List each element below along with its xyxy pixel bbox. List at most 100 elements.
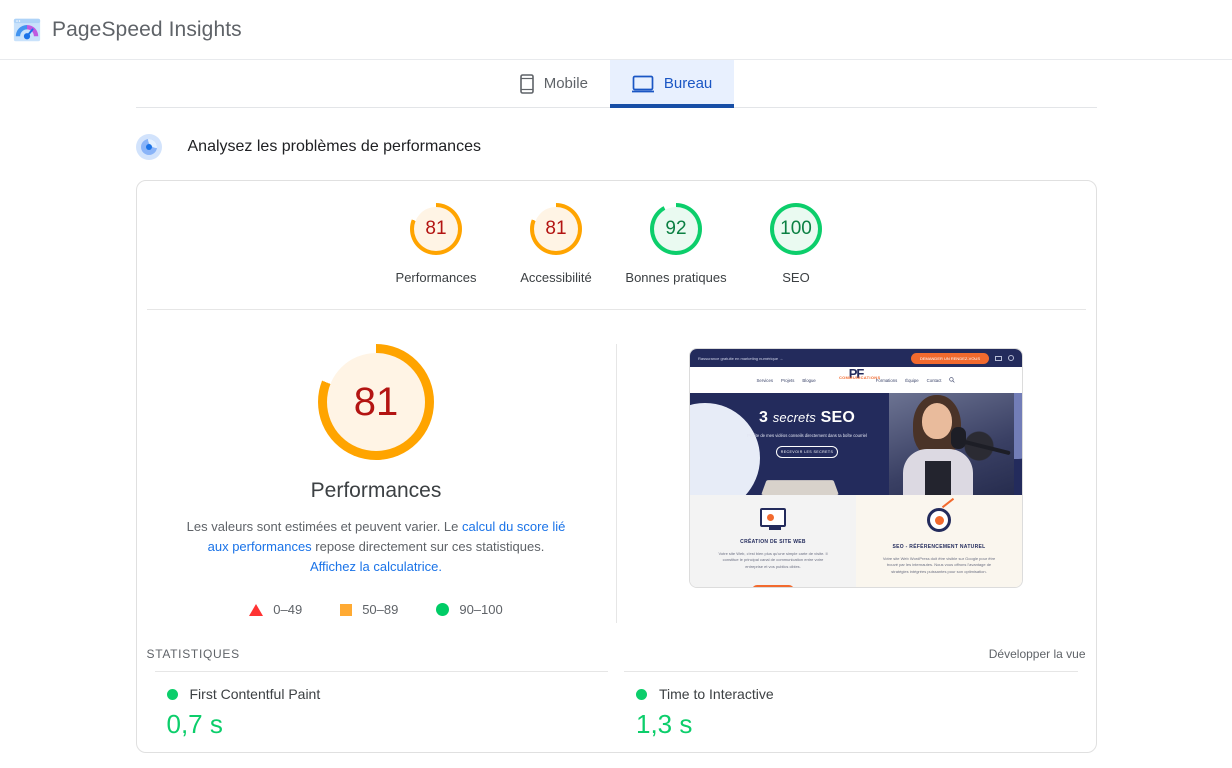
status-dot-icon — [166, 688, 178, 700]
thumb-nav-item: Projets — [781, 377, 795, 383]
gauge-label: Bonnes pratiques — [625, 270, 727, 285]
hero-subtitle: Profite de mes vidéos conseils directeme… — [747, 433, 867, 438]
gauge-score: 81 — [545, 218, 567, 239]
gauge-ring: 81 — [410, 203, 462, 255]
statistics-title: STATISTIQUES — [146, 647, 240, 661]
desc-text-2: repose directement sur ces statistiques. — [311, 539, 545, 554]
target-icon — [927, 497, 955, 532]
tab-mobile[interactable]: Mobile — [498, 60, 610, 107]
hero-number: 3 — [758, 409, 769, 426]
metric-name: Time to Interactive — [659, 686, 774, 702]
legend-item-good: 90–100 — [436, 602, 503, 617]
mobile-phone-icon — [519, 73, 534, 94]
legend-range: 0–49 — [273, 602, 303, 617]
legend-range: 50–89 — [362, 602, 399, 617]
tab-bureau-label: Bureau — [663, 75, 713, 92]
statistics-header: STATISTIQUES Développer la vue — [137, 643, 1096, 671]
gauge-bonnes-pratiques[interactable]: 92 Bonnes pratiques — [616, 203, 736, 285]
thumb-cta-button: DEMANDER UN RENDEZ-VOUS — [910, 352, 989, 364]
performance-gauge-icon — [135, 134, 162, 160]
thumb-nav-item: Contact — [926, 377, 942, 383]
triangle-icon — [249, 603, 264, 616]
thumb-card-seo: SEO - RÉFÉRENCEMENT NATUREL Votre site W… — [856, 495, 1022, 587]
thumb-logo-sub: COMMUNICATIONS — [838, 375, 881, 380]
app-title: PageSpeed Insights — [52, 17, 242, 41]
gauge-accessibilite[interactable]: 81 Accessibilité — [496, 203, 616, 285]
summary-title: Performances — [310, 479, 442, 502]
metric-value: 0,7 s — [166, 709, 223, 739]
legend-item-poor: 0–49 — [249, 602, 302, 617]
results-card: 81 Performances 81 Accessibilité 92 Bonn… — [135, 180, 1097, 753]
hero-bold: SEO — [820, 409, 856, 426]
app-header: PageSpeed Insights — [0, 0, 1232, 60]
desktop-monitor-icon — [631, 75, 654, 93]
circle-icon — [436, 603, 450, 616]
search-icon — [949, 376, 956, 384]
page-screenshot-thumbnail: Rassurance gratuite en marketing numériq… — [689, 348, 1023, 588]
gauge-label: Accessibilité — [520, 270, 592, 285]
hero-text: 3 secrets SEO Profite de mes vidéos cons… — [742, 409, 872, 458]
tab-bureau[interactable]: Bureau — [609, 60, 735, 108]
hero-photo — [889, 393, 1014, 495]
calculator-link[interactable]: Affichez la calculatrice. — [310, 559, 442, 574]
laptop-graphic — [761, 480, 839, 495]
summary-left-panel: 81 Performances Les valeurs sont estimée… — [137, 344, 617, 623]
metrics-column-left: First Contentful Paint 0,7 s — [147, 671, 617, 752]
thumb-nav: Services Projets Blogue Formations Équip… — [690, 367, 1022, 393]
thumb-topbar: Rassurance gratuite en marketing numériq… — [690, 349, 1022, 367]
mail-icon — [995, 355, 1002, 361]
thumb-card-title: SEO - RÉFÉRENCEMENT NATUREL — [892, 544, 986, 550]
device-tab-bar: Mobile Bureau — [135, 60, 1097, 108]
performance-score-value: 81 — [353, 379, 399, 424]
thumb-card-body: Votre site Web WordPress doit être visib… — [882, 556, 996, 574]
hero-script: secrets — [772, 410, 817, 425]
metric-name: First Contentful Paint — [189, 686, 321, 702]
category-score-gauges: 81 Performances 81 Accessibilité 92 Bonn… — [146, 181, 1086, 310]
desc-text-1: Les valeurs sont estimées et peuvent var… — [186, 519, 462, 534]
gauge-score: 92 — [665, 218, 687, 239]
hero-button: RECEVOIR LES SECRETS — [776, 446, 838, 458]
summary-description: Les valeurs sont estimées et peuvent var… — [186, 517, 566, 577]
thumb-service-cards: CRÉATION DE SITE WEB Votre site Web, c'e… — [690, 495, 1022, 587]
thumb-hero: 3 secrets SEO Profite de mes vidéos cons… — [690, 393, 1022, 495]
analyze-section-header: Analysez les problèmes de performances — [135, 134, 1097, 160]
score-legend: 0–49 50–89 90–100 — [249, 602, 503, 617]
status-dot-icon — [636, 688, 647, 700]
active-tab-indicator — [609, 104, 735, 108]
tab-mobile-label: Mobile — [543, 75, 588, 92]
metric-value: 1,3 s — [636, 709, 693, 739]
performance-summary: 81 Performances Les valeurs sont estimée… — [137, 310, 1096, 643]
expand-view-link[interactable]: Développer la vue — [989, 647, 1086, 661]
thumb-card-body: Votre site Web, c'est bien plus qu'une s… — [718, 551, 828, 569]
metrics-grid: First Contentful Paint 0,7 s Time to Int… — [137, 671, 1096, 752]
thumb-nav-item: Blogue — [802, 377, 816, 383]
thumb-card-title: CRÉATION DE SITE WEB — [740, 539, 806, 545]
gauge-ring: 81 — [530, 203, 582, 255]
performance-score-gauge: 81 — [318, 344, 434, 460]
gauge-score: 100 — [780, 218, 812, 239]
metric-first-contentful-paint[interactable]: First Contentful Paint 0,7 s — [154, 671, 608, 752]
monitor-icon — [760, 508, 786, 530]
page-content: Analysez les problèmes de performances 8… — [135, 108, 1097, 753]
thumb-nav-item: Équipe — [905, 377, 919, 383]
thumb-card-button — [752, 585, 794, 587]
gauge-score: 81 — [425, 218, 447, 239]
thumb-nav-item: Services — [756, 377, 773, 383]
analyze-title: Analysez les problèmes de performances — [187, 138, 481, 155]
pagespeed-logo-icon — [12, 15, 42, 45]
summary-right-panel: Rassurance gratuite en marketing numériq… — [617, 344, 1096, 623]
gauge-seo[interactable]: 100 SEO — [736, 203, 856, 285]
thumb-topbar-text: Rassurance gratuite en marketing numériq… — [698, 355, 784, 361]
metric-time-to-interactive[interactable]: Time to Interactive 1,3 s — [624, 671, 1078, 752]
gauge-label: Performances — [395, 270, 477, 285]
thumb-logo: PF COMMUNICATIONS — [839, 367, 880, 380]
metrics-column-right: Time to Interactive 1,3 s — [616, 671, 1086, 752]
gauge-performances[interactable]: 81 Performances — [376, 203, 496, 285]
legend-item-average: 50–89 — [340, 602, 398, 617]
gauge-label: SEO — [782, 270, 810, 285]
gauge-ring: 100 — [770, 203, 822, 255]
location-icon — [1008, 355, 1014, 361]
legend-range: 90–100 — [459, 602, 503, 617]
gauge-ring: 92 — [650, 203, 702, 255]
square-icon — [340, 603, 353, 616]
